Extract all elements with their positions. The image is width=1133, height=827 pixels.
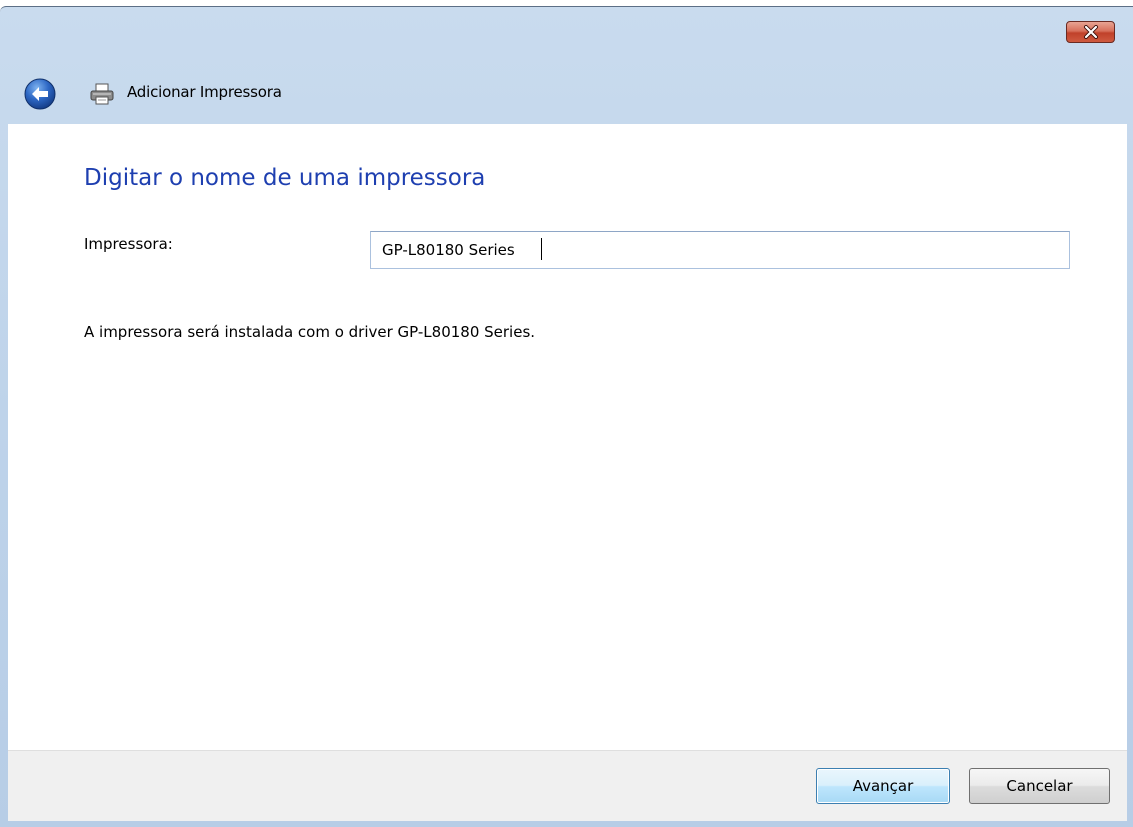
content-panel [8,124,1127,750]
cancel-button[interactable]: Cancelar [969,768,1110,804]
printer-name-label: Impressora: [84,235,173,253]
text-caret [541,238,542,260]
add-printer-window: Adicionar Impressora Digitar o nome de u… [0,0,1133,827]
back-button[interactable] [24,78,56,110]
driver-info-text: A impressora será instalada com o driver… [84,323,536,341]
close-icon [1083,25,1098,39]
back-arrow-icon [24,78,56,110]
next-button[interactable]: Avançar [816,768,950,804]
close-button[interactable] [1066,21,1115,43]
button-bar [8,750,1127,821]
window-title: Adicionar Impressora [127,83,282,101]
printer-icon [89,82,115,106]
printer-name-input[interactable] [370,231,1070,269]
page-heading: Digitar o nome de uma impressora [84,165,486,191]
